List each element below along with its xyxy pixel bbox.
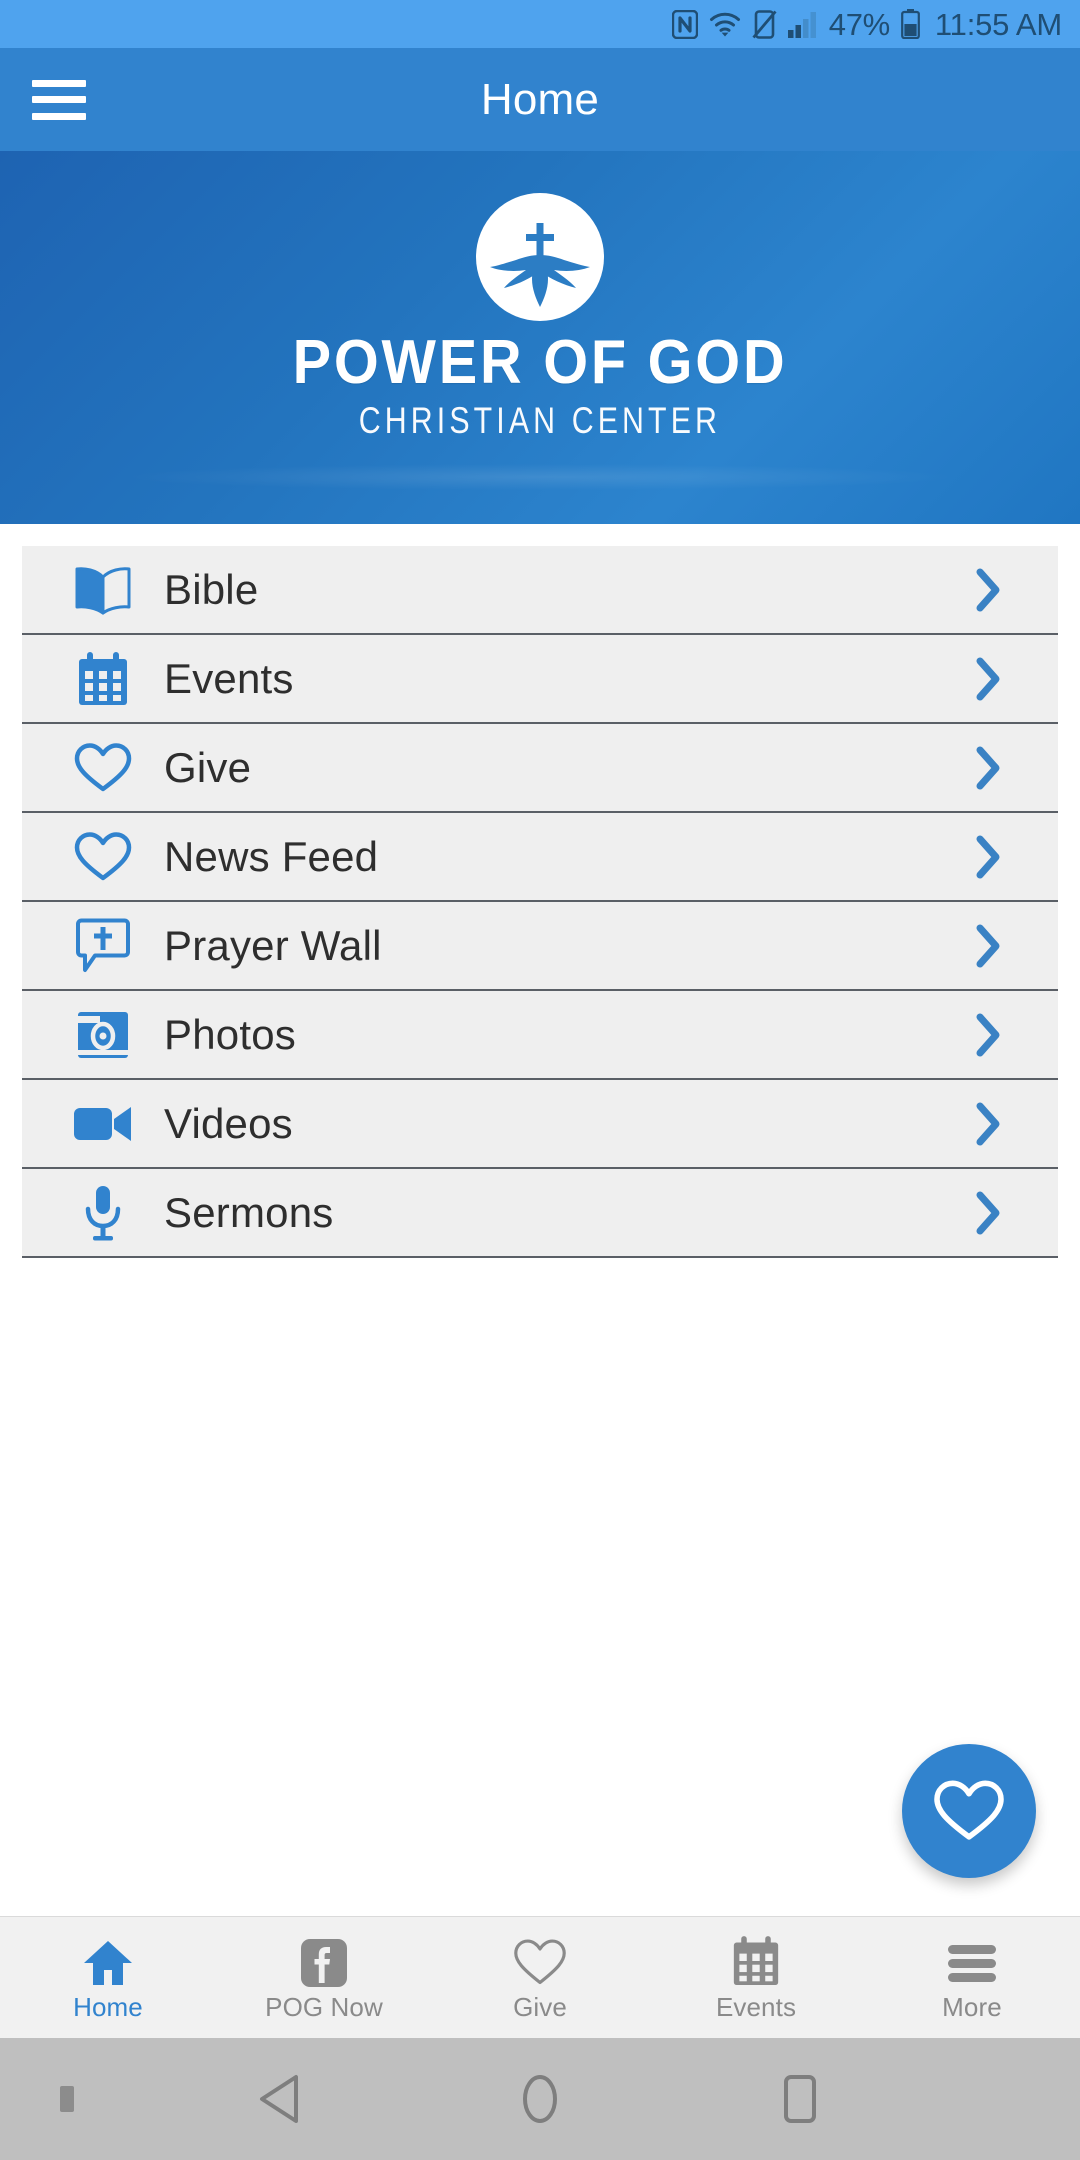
chevron-right-icon (972, 566, 1006, 614)
tab-pog-now[interactable]: POG Now (216, 1917, 432, 2038)
tab-give[interactable]: Give (432, 1917, 648, 2038)
menu-item-prayer-wall[interactable]: Prayer Wall (22, 902, 1058, 991)
hamburger-bar-3 (32, 112, 86, 120)
video-camera-icon (72, 1093, 134, 1155)
chevron-right-icon (972, 922, 1006, 970)
chevron-right-icon (972, 655, 1006, 703)
tab-events[interactable]: Events (648, 1917, 864, 2038)
back-triangle-icon[interactable] (150, 2073, 410, 2125)
app-screen: 47% 11:55 AM Home POWER OF GOD CHRISTIAN… (0, 0, 1080, 2160)
open-book-icon (72, 559, 134, 621)
tab-home[interactable]: Home (0, 1917, 216, 2038)
status-bar: 47% 11:55 AM (0, 0, 1080, 48)
heart-outline-icon (934, 1780, 1004, 1840)
keyboard-indicator-dot (60, 2086, 74, 2112)
church-banner: POWER OF GOD CHRISTIAN CENTER (0, 151, 1080, 524)
cellular-signal-icon (787, 12, 816, 38)
status-icons: 47% 11:55 AM (671, 6, 1062, 42)
menu-item-label: Photos (164, 1010, 296, 1058)
camera-icon (72, 1004, 134, 1066)
chevron-right-icon (972, 1100, 1006, 1148)
menu-item-bible[interactable]: Bible (22, 546, 1058, 635)
hamburger-bar-2 (32, 96, 86, 103)
home-icon (82, 1935, 134, 1987)
tab-label: Home (73, 1992, 143, 2022)
microphone-icon (72, 1182, 134, 1244)
menu-item-videos[interactable]: Videos (22, 1080, 1058, 1169)
menu-item-sermons[interactable]: Sermons (22, 1169, 1058, 1258)
chevron-right-icon (972, 1189, 1006, 1237)
chevron-right-icon (972, 833, 1006, 881)
hamburger-menu-icon (946, 1935, 998, 1987)
give-floating-action-button[interactable] (902, 1744, 1036, 1878)
church-dove-cross-logo (476, 193, 604, 321)
speech-bubble-cross-icon (72, 915, 134, 977)
recents-square-icon[interactable] (670, 2073, 930, 2125)
heart-outline-icon (513, 1935, 567, 1987)
menu-item-label: Events (164, 654, 294, 702)
home-circle-icon[interactable] (410, 2073, 670, 2125)
menu-item-label: News Feed (164, 832, 379, 880)
calendar-icon (732, 1935, 780, 1987)
tab-label: More (942, 1992, 1002, 2022)
menu-item-label: Give (164, 743, 252, 791)
page-title: Home (480, 74, 600, 124)
chevron-right-icon (972, 1011, 1006, 1059)
menu-item-events[interactable]: Events (22, 635, 1058, 724)
tab-more[interactable]: More (864, 1917, 1080, 2038)
wifi-icon (709, 12, 740, 37)
battery-icon (901, 9, 920, 39)
church-tagline: CHRISTIAN CENTER (358, 400, 722, 442)
vibrate-mode-icon (752, 9, 777, 39)
menu-item-news-feed[interactable]: News Feed (22, 813, 1058, 902)
menu-item-give[interactable]: Give (22, 724, 1058, 813)
app-bar: Home (0, 48, 1080, 151)
heart-outline-icon (72, 826, 134, 888)
hamburger-menu-icon[interactable] (32, 79, 86, 120)
chevron-right-icon (972, 744, 1006, 792)
tab-label: POG Now (265, 1992, 383, 2022)
church-name: POWER OF GOD (292, 328, 788, 397)
hamburger-bar-1 (32, 79, 86, 87)
logo-cross-dove-symbol (490, 223, 590, 307)
facebook-icon (301, 1935, 347, 1987)
heart-outline-icon (72, 737, 134, 799)
menu-item-label: Sermons (164, 1188, 334, 1236)
menu-item-label: Prayer Wall (164, 921, 382, 969)
home-menu-list: Bible Events Give News Feed Prayer Wall … (0, 546, 1080, 1258)
tab-label: Events (715, 1992, 797, 2022)
main-content: Bible Events Give News Feed Prayer Wall … (0, 524, 1080, 1916)
menu-item-label: Bible (164, 565, 259, 613)
menu-item-photos[interactable]: Photos (22, 991, 1058, 1080)
battery-percent-label: 47% (828, 6, 890, 42)
bottom-tab-bar: Home POG Now Give Events More (0, 1916, 1080, 2038)
menu-item-label: Videos (164, 1099, 293, 1147)
calendar-icon (72, 648, 134, 710)
tab-label: Give (513, 1992, 567, 2022)
nfc-icon (671, 9, 698, 39)
status-clock: 11:55 AM (934, 6, 1062, 42)
android-navigation-bar (0, 2038, 1080, 2160)
